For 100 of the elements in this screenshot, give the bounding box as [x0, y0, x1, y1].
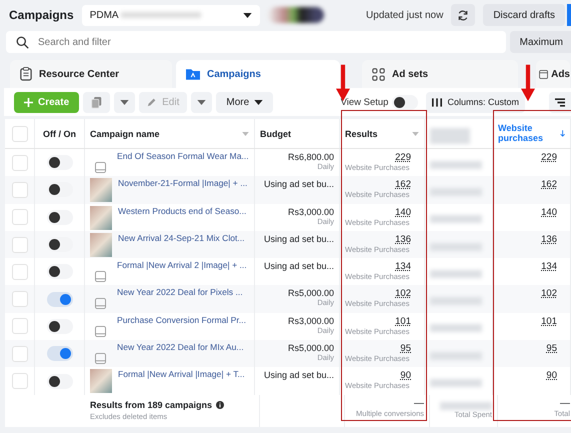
- sort-arrow-icon: [560, 129, 565, 138]
- dropdown-button[interactable]: [114, 92, 136, 112]
- clipboard-icon: [20, 67, 32, 81]
- photo-placeholder: [90, 232, 112, 257]
- duplicate-button[interactable]: [83, 92, 110, 112]
- select-all-checkbox[interactable]: [12, 126, 28, 142]
- purchases-value[interactable]: 162: [541, 179, 557, 190]
- breakdown-button[interactable]: [549, 92, 571, 112]
- campaign-toggle[interactable]: [46, 182, 72, 198]
- purchases-value[interactable]: 140: [541, 206, 557, 218]
- photo-placeholder: [90, 206, 112, 230]
- ad-placeholder-icon: [95, 353, 106, 364]
- tab[interactable]: Ads: [536, 60, 570, 88]
- results-value[interactable]: 101: [395, 316, 411, 327]
- more-button[interactable]: More: [216, 92, 274, 112]
- copy-icon: [91, 96, 102, 108]
- purchases-value[interactable]: 95: [546, 343, 557, 354]
- campaign-toggle[interactable]: [46, 155, 72, 170]
- tab[interactable]: Campaigns: [176, 60, 340, 88]
- results-total: —: [414, 398, 424, 409]
- budget-value: Rs5,000.00: [288, 288, 334, 298]
- results-value[interactable]: 102: [395, 288, 411, 300]
- caret-icon: [120, 100, 130, 104]
- purchases-value[interactable]: 134: [541, 261, 557, 272]
- photo-placeholder: [90, 369, 112, 394]
- row-checkbox[interactable]: [12, 209, 28, 226]
- campaign-name-link[interactable]: Formal |New Arrival |Image| + T...: [118, 369, 245, 380]
- redacted-value: [430, 324, 482, 332]
- row-checkbox[interactable]: [12, 373, 28, 390]
- info-icon: [216, 401, 224, 410]
- ad-placeholder-icon: [95, 271, 106, 282]
- budget-value: Rs3,000.00: [288, 206, 334, 217]
- campaign-toggle[interactable]: [46, 318, 72, 334]
- row-checkbox[interactable]: [12, 346, 28, 362]
- purchases-value[interactable]: 90: [546, 370, 557, 382]
- column-header[interactable]: Campaign name: [90, 128, 160, 138]
- tab[interactable]: Ad sets: [362, 60, 518, 88]
- campaign-name-link[interactable]: November-21-Formal |Image| + ...: [118, 178, 248, 188]
- window-icon: [539, 68, 548, 80]
- redacted-value: [430, 270, 482, 278]
- tab[interactable]: Resource Center: [10, 60, 172, 88]
- campaign-toggle[interactable]: [46, 237, 72, 252]
- columns-icon: [432, 98, 442, 106]
- purchases-value[interactable]: 136: [541, 234, 557, 245]
- budget-value: Using ad set bu...: [264, 234, 334, 244]
- row-checkbox[interactable]: [12, 182, 28, 198]
- ad-placeholder-icon: [95, 162, 106, 173]
- redacted-value: [430, 379, 482, 388]
- column-header[interactable]: Results: [345, 128, 378, 138]
- campaign-toggle[interactable]: [46, 292, 72, 307]
- redacted-value: [440, 402, 492, 410]
- results-value[interactable]: 90: [400, 370, 411, 382]
- redacted-value: [430, 160, 482, 169]
- ad-placeholder-icon: [95, 298, 106, 310]
- results-value[interactable]: 162: [395, 179, 411, 190]
- purchases-value[interactable]: 101: [541, 316, 557, 327]
- campaign-name-link[interactable]: Formal |New Arrival 2 |Image| + ...: [117, 260, 247, 270]
- campaign-name-link[interactable]: Purchase Conversion Formal Pr...: [117, 314, 246, 325]
- row-checkbox[interactable]: [12, 318, 28, 334]
- results-value[interactable]: 95: [400, 343, 411, 354]
- results-value[interactable]: 134: [395, 261, 411, 272]
- column-header[interactable]: Budget: [255, 119, 340, 148]
- breakdown-icon: [555, 98, 565, 106]
- row-checkbox[interactable]: [12, 264, 28, 280]
- view-setup-toggle[interactable]: [392, 94, 418, 110]
- campaign-name-link[interactable]: Western Products end of Seaso...: [118, 206, 246, 216]
- row-checkbox[interactable]: [12, 154, 28, 171]
- dropdown-button[interactable]: [191, 92, 212, 112]
- discard-drafts-button[interactable]: Discard drafts: [483, 4, 565, 26]
- results-value[interactable]: 140: [395, 206, 411, 218]
- date-range-button[interactable]: Maximum: [510, 31, 571, 53]
- account-dropdown[interactable]: PDMA: [82, 4, 260, 26]
- plus-icon: [24, 98, 33, 106]
- campaign-name-link[interactable]: New Year 2022 Deal for MIx Au...: [117, 342, 244, 352]
- column-header[interactable]: Off / On: [35, 119, 85, 148]
- row-checkbox[interactable]: [12, 236, 28, 253]
- campaign-toggle[interactable]: [46, 346, 72, 362]
- column-header[interactable]: Website purchases: [498, 124, 560, 143]
- campaign-toggle[interactable]: [46, 210, 72, 225]
- redacted-header: [430, 128, 470, 144]
- search-icon: [16, 36, 29, 48]
- blurred-avatars: [268, 7, 324, 23]
- refresh-button[interactable]: [451, 4, 476, 26]
- purchases-value[interactable]: 102: [541, 288, 557, 300]
- caret-icon: [197, 100, 206, 104]
- campaign-toggle[interactable]: [46, 374, 72, 389]
- search-field[interactable]: Search and filter: [6, 31, 506, 53]
- results-value[interactable]: 136: [395, 234, 411, 245]
- budget-value: Using ad set bu...: [264, 179, 334, 190]
- budget-value: Rs6,800.00: [288, 152, 334, 162]
- campaign-name-link[interactable]: New Arrival 24-Sep-21 Mix Clot...: [118, 232, 245, 243]
- campaign-toggle[interactable]: [46, 264, 72, 280]
- page-title: Campaigns: [9, 7, 74, 23]
- columns-button[interactable]: Columns: Custom: [426, 92, 525, 112]
- purchases-value[interactable]: 229: [541, 152, 557, 163]
- results-value[interactable]: 229: [395, 152, 411, 163]
- purchases-total: —: [560, 398, 570, 409]
- campaign-name-link[interactable]: End Of Season Formal Wear Ma...: [117, 151, 249, 161]
- row-checkbox[interactable]: [12, 291, 28, 308]
- campaign-name-link[interactable]: New Year 2022 Deal for Pixels ...: [117, 287, 243, 298]
